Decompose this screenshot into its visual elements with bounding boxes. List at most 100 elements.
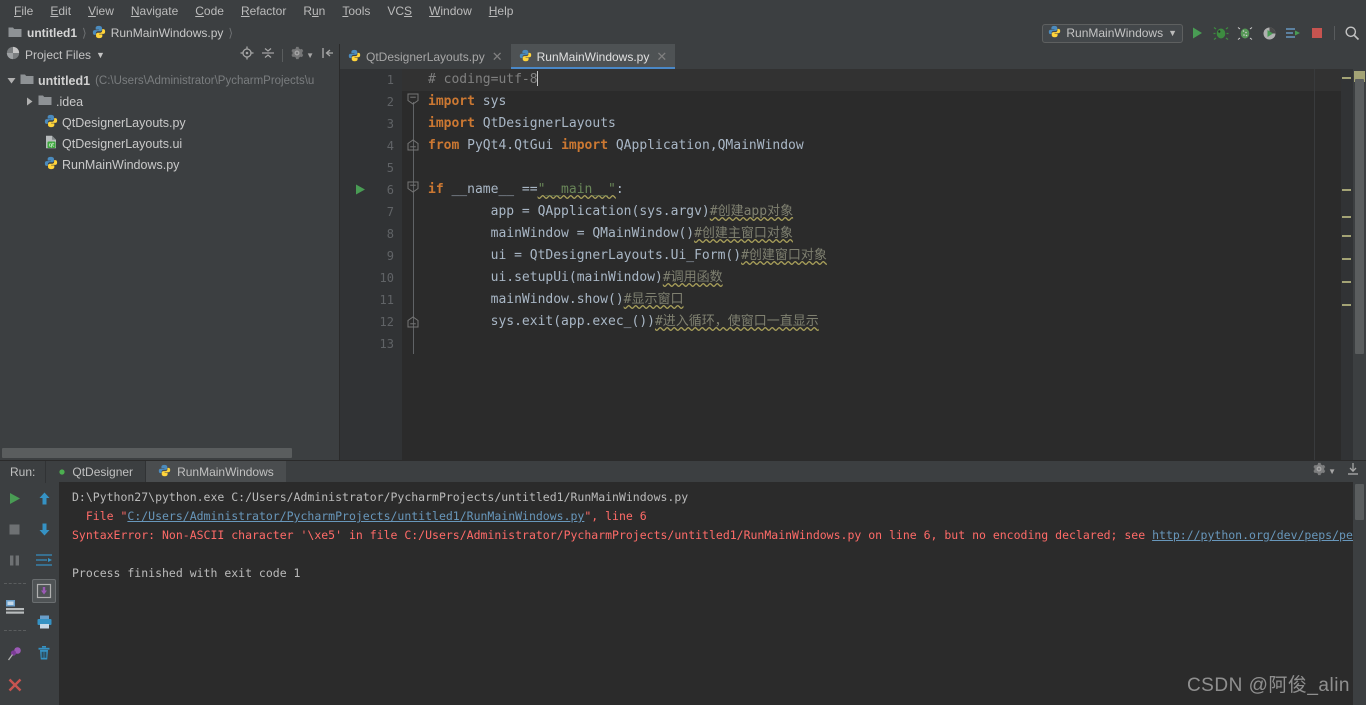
code-line-2: import sys [428,94,507,109]
tree-node-runmainwindows-py[interactable]: RunMainWindows.py [0,154,339,175]
line-number: 13 [379,337,394,351]
folder-icon [20,73,34,88]
tree-node-qtdesignerlayouts-ui[interactable]: qt QtDesignerLayouts.ui [0,133,339,154]
stop-icon[interactable] [1307,23,1327,43]
scroll-to-end-icon[interactable] [32,579,57,603]
line-number: 5 [386,161,394,175]
print-icon[interactable] [32,610,56,634]
fold-marker-end[interactable] [407,316,419,332]
fold-marker-collapse[interactable] [407,181,419,197]
settings-gear-icon[interactable] [1312,462,1326,481]
tree-node-qtdesignerlayouts-py[interactable]: QtDesignerLayouts.py [0,112,339,133]
export-icon[interactable] [1346,462,1360,481]
gutter-run-icon[interactable] [354,183,367,199]
tree-node-idea[interactable]: .idea [0,91,339,112]
run-panel-label: Run: [10,464,36,479]
code-comment: # coding=utf-8 [428,72,538,87]
menu-item-tools[interactable]: Tools [334,2,378,20]
scrollbar-thumb[interactable] [1355,79,1364,354]
chevron-down-icon[interactable]: ▼ [96,50,105,60]
warning-marker[interactable] [1342,235,1351,237]
hide-icon[interactable] [321,46,335,65]
run-tab-runmainwindows[interactable]: RunMainWindows [145,460,286,483]
code-line-12: sys.exit(app.exec_())#进入循环，使窗口一直显示 [428,314,819,329]
editor-tab-runmainwindows[interactable]: RunMainWindows.py ✕ [510,44,676,69]
code-line-9: ui = QtDesignerLayouts.Ui_Form()#创建窗口对象 [428,248,827,263]
project-panel-title: Project Files [25,48,92,62]
warning-marker[interactable] [1342,304,1351,306]
menu-item-navigate[interactable]: Navigate [123,2,186,20]
rerun-icon[interactable] [3,486,27,510]
project-panel-header: Project Files ▼ ▼ [0,44,339,66]
up-arrow-icon[interactable] [32,486,56,510]
collapse-arrow-icon[interactable] [22,97,36,106]
console-line-exit: Process finished with exit code 1 [72,566,301,580]
navigation-bar: untitled1 ⟩ RunMainWindows.py ⟩ RunMainW… [0,22,1366,44]
breadcrumb-runmainwindows[interactable]: RunMainWindows.py [92,25,223,42]
print-preview-icon[interactable] [3,595,27,619]
debug-icon[interactable] [1211,23,1231,43]
fold-marker-collapse[interactable] [407,93,419,109]
menu-item-file[interactable]: File [6,2,41,20]
tree-node-label: QtDesignerLayouts.py [62,115,186,130]
editor-vscrollbar[interactable] [1353,69,1366,460]
scrollbar-thumb[interactable] [1355,484,1364,520]
line-number: 1 [386,73,394,87]
pause-icon[interactable] [3,548,27,572]
chevron-down-icon[interactable]: ▼ [1328,467,1336,476]
warning-marker[interactable] [1342,77,1351,79]
run-configuration-selector[interactable]: RunMainWindows ▼ [1042,23,1183,43]
menu-item-vcs[interactable]: VCS [379,2,420,20]
menu-item-run[interactable]: Run [295,2,333,20]
trash-icon[interactable] [32,641,56,665]
search-icon[interactable] [1342,23,1362,43]
line-number: 9 [386,249,394,263]
warning-marker[interactable] [1342,216,1351,218]
close-icon[interactable]: ✕ [492,49,503,65]
editor-marker-bar[interactable] [1341,69,1353,460]
soft-wrap-icon[interactable] [32,548,56,572]
editor-gutter[interactable]: 1 2 3 4 5 6 7 8 9 10 11 12 13 [340,69,402,460]
fold-marker-end[interactable] [407,139,419,155]
menu-item-edit[interactable]: Edit [42,2,79,20]
project-panel-hscrollbar[interactable] [0,447,339,460]
code-editor[interactable]: # coding=utf-8 import sys import QtDesig… [402,69,1341,460]
breadcrumb-untitled1[interactable]: untitled1 [8,26,77,41]
warning-marker[interactable] [1342,258,1351,260]
code-line-10: ui.setupUi(mainWindow)#调用函数 [428,270,723,285]
profile-icon[interactable] [1259,23,1279,43]
locate-icon[interactable] [240,46,254,65]
project-panel: Project Files ▼ ▼ untitled1 (C:\Users\Ad… [0,44,340,460]
menu-item-refactor[interactable]: Refactor [233,2,294,20]
menu-item-help[interactable]: Help [481,2,522,20]
run-icon[interactable] [1187,23,1207,43]
run-panel-header: Run: QtDesigner RunMainWindows ▼ [0,460,1366,483]
menu-bar: File Edit View Navigate Code Refactor Ru… [0,0,1366,22]
down-arrow-icon[interactable] [32,517,56,541]
coverage-icon[interactable] [1235,23,1255,43]
close-icon[interactable] [3,673,27,697]
warning-marker[interactable] [1342,281,1351,283]
run-tab-qtdesigner[interactable]: QtDesigner [45,460,145,483]
close-icon[interactable]: ✕ [656,49,667,65]
line-number: 4 [386,139,394,153]
stop-icon[interactable] [3,517,27,541]
run-console[interactable]: D:\Python27\python.exe C:/Users/Administ… [60,482,1366,705]
expand-arrow-icon[interactable] [4,76,18,85]
code-line-6: if __name__ =="__main__": [428,182,624,197]
editor-tab-qtdesignerlayouts[interactable]: QtDesignerLayouts.py ✕ [340,44,511,69]
tree-node-untitled1[interactable]: untitled1 (C:\Users\Administrator\Pychar… [0,70,339,91]
collapse-all-icon[interactable] [261,46,275,65]
pin-icon[interactable] [3,642,27,666]
console-vscrollbar[interactable] [1353,482,1366,705]
console-url-link[interactable]: http://python.org/dev/peps/pep-0263/ [1152,528,1366,542]
menu-item-view[interactable]: View [80,2,122,20]
settings-icon[interactable] [290,46,304,65]
chevron-down-icon[interactable]: ▼ [306,51,314,60]
attach-icon[interactable] [1283,23,1303,43]
menu-item-window[interactable]: Window [421,2,480,20]
console-file-link[interactable]: C:/Users/Administrator/PycharmProjects/u… [127,509,584,523]
menu-item-code[interactable]: Code [187,2,232,20]
scrollbar-thumb[interactable] [2,448,292,458]
warning-marker[interactable] [1342,189,1351,191]
